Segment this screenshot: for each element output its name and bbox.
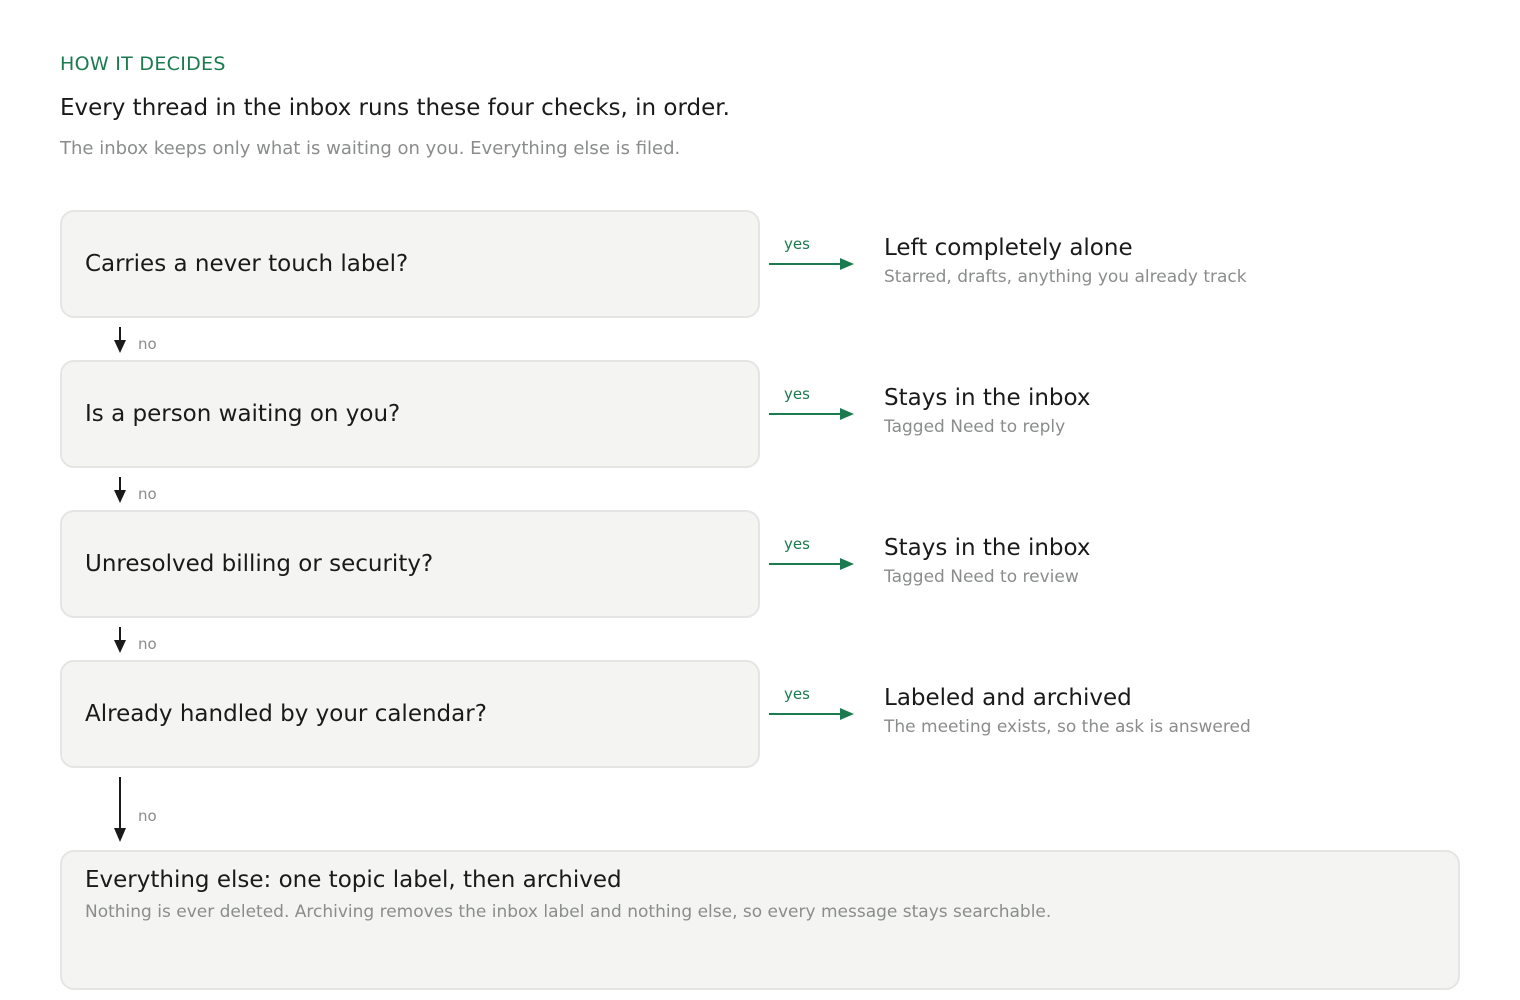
check-3-outcome: Stays in the inbox Tagged Need to review: [884, 534, 1091, 587]
section-eyebrow: HOW IT DECIDES: [60, 53, 226, 75]
check-4-question: Already handled by your calendar?: [85, 701, 487, 727]
check-3-question: Unresolved billing or security?: [85, 551, 434, 577]
fallback-box: Everything else: one topic label, then a…: [60, 850, 1460, 990]
check-4-yes-label: yes: [784, 685, 810, 703]
check-2-box: Is a person waiting on you?: [60, 360, 760, 468]
check-4-outcome-detail: The meeting exists, so the ask is answer…: [884, 717, 1251, 737]
check-1-outcome-title: Left completely alone: [884, 235, 1133, 261]
check-2-outcome-title: Stays in the inbox: [884, 385, 1091, 411]
check-2-no-arrow-icon: [114, 477, 126, 503]
check-3-outcome-title: Stays in the inbox: [884, 535, 1091, 561]
check-1-no-arrow-icon: [114, 327, 126, 353]
check-1-outcome-detail: Starred, drafts, anything you already tr…: [884, 267, 1247, 287]
check-1-yes-arrow-icon: [769, 258, 854, 270]
fallback-detail: Nothing is ever deleted. Archiving remov…: [85, 902, 1052, 922]
decision-flow-page: HOW IT DECIDES Every thread in the inbox…: [0, 0, 1520, 1000]
check-2-yes-arrow-icon: [769, 408, 854, 420]
check-1-question: Carries a never touch label?: [85, 251, 409, 277]
check-4-yes-arrow-icon: [769, 708, 854, 720]
check-3-no-arrow-icon: [114, 627, 126, 653]
check-4-no-label: no: [138, 807, 157, 825]
check-1-no-label: no: [138, 335, 157, 353]
check-4-no-arrow-icon: [114, 777, 126, 842]
section-subline: The inbox keeps only what is waiting on …: [60, 138, 681, 159]
fallback-title: Everything else: one topic label, then a…: [85, 867, 622, 893]
check-3-box: Unresolved billing or security?: [60, 510, 760, 618]
check-2-yes-label: yes: [784, 385, 810, 403]
check-3-no-label: no: [138, 635, 157, 653]
check-4-box: Already handled by your calendar?: [60, 660, 760, 768]
check-4-outcome: Labeled and archived The meeting exists,…: [884, 684, 1251, 737]
check-3-yes-label: yes: [784, 535, 810, 553]
section-headline: Every thread in the inbox runs these fou…: [60, 95, 730, 121]
check-3-outcome-detail: Tagged Need to review: [884, 567, 1079, 587]
check-2-outcome-detail: Tagged Need to reply: [884, 417, 1066, 437]
check-1-yes-label: yes: [784, 235, 810, 253]
check-4-outcome-title: Labeled and archived: [884, 685, 1132, 711]
check-2-outcome: Stays in the inbox Tagged Need to reply: [884, 384, 1091, 437]
check-2-question: Is a person waiting on you?: [85, 401, 401, 427]
check-1-box: Carries a never touch label?: [60, 210, 760, 318]
check-3-yes-arrow-icon: [769, 558, 854, 570]
check-1-outcome: Left completely alone Starred, drafts, a…: [884, 234, 1247, 287]
check-2-no-label: no: [138, 485, 157, 503]
